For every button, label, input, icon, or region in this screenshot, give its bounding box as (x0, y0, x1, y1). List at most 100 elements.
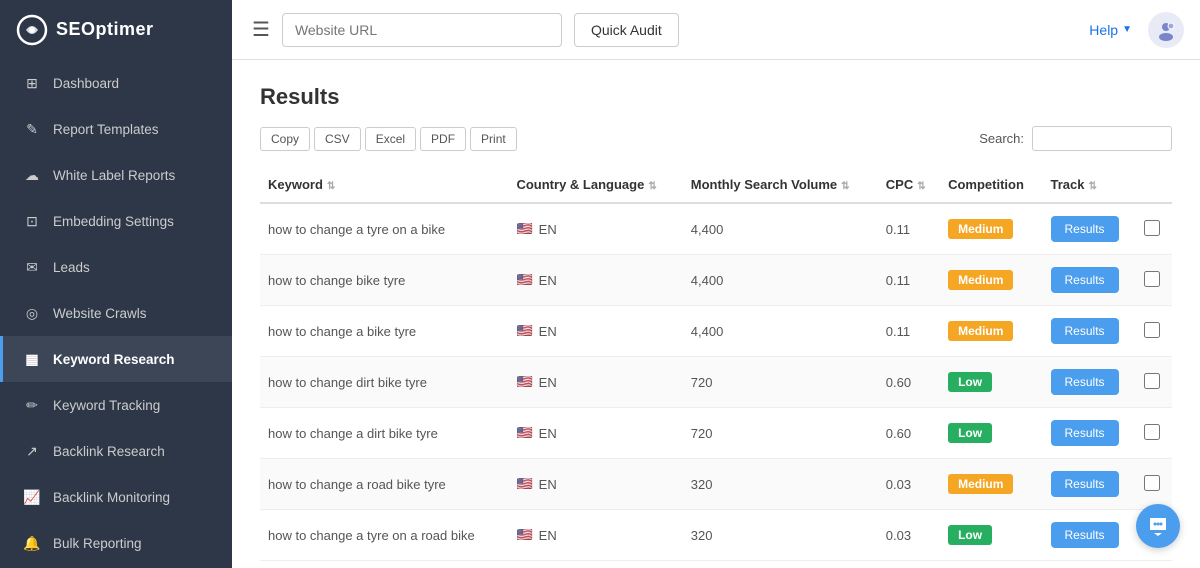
track-checkbox[interactable] (1144, 220, 1160, 236)
keyword-cell: how to change a tyre on a road bike (260, 510, 508, 561)
track-checkbox[interactable] (1144, 322, 1160, 338)
results-button[interactable]: Results (1051, 369, 1119, 395)
results-button[interactable]: Results (1051, 471, 1119, 497)
pdf-export-button[interactable]: PDF (420, 127, 466, 151)
sidebar-item-dashboard[interactable]: ⊞ Dashboard (0, 60, 232, 106)
chevron-down-icon: ▼ (1122, 24, 1132, 35)
track-checkbox[interactable] (1144, 424, 1160, 440)
track-checkbox[interactable] (1144, 271, 1160, 287)
sidebar-item-label: Backlink Monitoring (53, 490, 170, 505)
cpc-cell: 0.11 (878, 255, 940, 306)
sidebar-item-keyword-tracking[interactable]: ✏ Keyword Tracking (0, 382, 232, 428)
report-templates-icon: ✎ (23, 120, 41, 138)
sidebar-item-backlink-monitoring[interactable]: 📈 Backlink Monitoring (0, 474, 232, 520)
volume-cell: 4,400 (683, 255, 878, 306)
keyword-tracking-icon: ✏ (23, 396, 41, 414)
col-keyword[interactable]: Keyword⇅ (260, 167, 508, 203)
col-competition: Competition (940, 167, 1042, 203)
competition-cell: Medium (940, 203, 1042, 255)
track-checkbox[interactable] (1144, 373, 1160, 389)
sidebar-item-website-crawls[interactable]: ◎ Website Crawls (0, 290, 232, 336)
website-crawls-icon: ◎ (23, 304, 41, 322)
logo-text: SEOptimer (56, 19, 154, 40)
col-track[interactable]: Track⇅ (1043, 167, 1137, 203)
competition-badge: Low (948, 372, 992, 392)
sort-icon: ⇅ (917, 181, 925, 192)
competition-badge: Low (948, 423, 992, 443)
competition-badge: Medium (948, 270, 1013, 290)
quick-audit-button[interactable]: Quick Audit (574, 13, 679, 47)
results-button[interactable]: Results (1051, 420, 1119, 446)
volume-cell: 320 (683, 510, 878, 561)
help-button[interactable]: Help ▼ (1089, 22, 1132, 38)
competition-badge: Medium (948, 219, 1013, 239)
flag-icon: 🇺🇸 (516, 272, 532, 288)
sidebar-item-label: Website Crawls (53, 306, 147, 321)
table-row: how to change bike tyre 🇺🇸 EN 4,400 0.11… (260, 255, 1172, 306)
logo: SEOptimer (0, 0, 232, 60)
keyword-cell: how to change a tyre on a bike (260, 203, 508, 255)
country-cell: 🇺🇸 EN (508, 510, 682, 561)
track-cell (1136, 459, 1172, 510)
volume-cell: 720 (683, 357, 878, 408)
cpc-cell: 0.03 (878, 510, 940, 561)
user-avatar[interactable] (1148, 12, 1184, 48)
table-header-row: Keyword⇅Country & Language⇅Monthly Searc… (260, 167, 1172, 203)
sidebar-item-report-templates[interactable]: ✎ Report Templates (0, 106, 232, 152)
sidebar-item-embedding-settings[interactable]: ⊡ Embedding Settings (0, 198, 232, 244)
competition-cell: Low (940, 510, 1042, 561)
sidebar: ⊞ Dashboard ✎ Report Templates ☁ White L… (0, 60, 232, 568)
col-country-&-language[interactable]: Country & Language⇅ (508, 167, 682, 203)
cpc-cell: 0.60 (878, 357, 940, 408)
country-cell: 🇺🇸 EN (508, 306, 682, 357)
results-button[interactable]: Results (1051, 267, 1119, 293)
cpc-cell: 0.03 (878, 459, 940, 510)
flag-icon: 🇺🇸 (516, 476, 532, 492)
col-cpc[interactable]: CPC⇅ (878, 167, 940, 203)
results-cell: Results (1043, 203, 1137, 255)
url-input[interactable] (282, 13, 562, 47)
cpc-cell: 0.60 (878, 408, 940, 459)
logo-icon (16, 14, 48, 46)
copy-export-button[interactable]: Copy (260, 127, 310, 151)
dashboard-icon: ⊞ (23, 74, 41, 92)
sidebar-item-leads[interactable]: ✉ Leads (0, 244, 232, 290)
keyword-cell: how to change dirt bike tyre (260, 357, 508, 408)
results-button[interactable]: Results (1051, 318, 1119, 344)
results-cell: Results (1043, 459, 1137, 510)
sidebar-item-white-label-reports[interactable]: ☁ White Label Reports (0, 152, 232, 198)
track-cell (1136, 408, 1172, 459)
competition-cell: Medium (940, 306, 1042, 357)
sidebar-item-backlink-research[interactable]: ↗ Backlink Research (0, 428, 232, 474)
sort-icon: ⇅ (327, 181, 335, 192)
table-head: Keyword⇅Country & Language⇅Monthly Searc… (260, 167, 1172, 203)
backlink-monitoring-icon: 📈 (23, 488, 41, 506)
col-monthly-search-volume[interactable]: Monthly Search Volume⇅ (683, 167, 878, 203)
table-row: how to change a tyre on a bike 🇺🇸 EN 4,4… (260, 203, 1172, 255)
volume-cell: 720 (683, 408, 878, 459)
sidebar-item-bulk-reporting[interactable]: 🔔 Bulk Reporting (0, 520, 232, 566)
excel-export-button[interactable]: Excel (365, 127, 416, 151)
country-cell: 🇺🇸 EN (508, 255, 682, 306)
chat-bubble[interactable] (1136, 504, 1180, 548)
hamburger-icon[interactable]: ☰ (252, 17, 270, 42)
page-title: Results (260, 84, 1172, 110)
sidebar-item-label: Keyword Tracking (53, 398, 160, 413)
bulk-reporting-icon: 🔔 (23, 534, 41, 552)
competition-badge: Medium (948, 321, 1013, 341)
competition-cell: Medium (940, 255, 1042, 306)
competition-cell: Medium (940, 459, 1042, 510)
results-table: Keyword⇅Country & Language⇅Monthly Searc… (260, 167, 1172, 561)
search-input[interactable] (1032, 126, 1172, 151)
results-button[interactable]: Results (1051, 216, 1119, 242)
sidebar-item-keyword-research[interactable]: ▦ Keyword Research (0, 336, 232, 382)
track-checkbox[interactable] (1144, 475, 1160, 491)
print-export-button[interactable]: Print (470, 127, 517, 151)
results-cell: Results (1043, 255, 1137, 306)
topbar-right: Help ▼ (1089, 12, 1184, 48)
csv-export-button[interactable]: CSV (314, 127, 361, 151)
keyword-cell: how to change a road bike tyre (260, 459, 508, 510)
results-button[interactable]: Results (1051, 522, 1119, 548)
sort-icon: ⇅ (648, 181, 656, 192)
track-cell (1136, 203, 1172, 255)
